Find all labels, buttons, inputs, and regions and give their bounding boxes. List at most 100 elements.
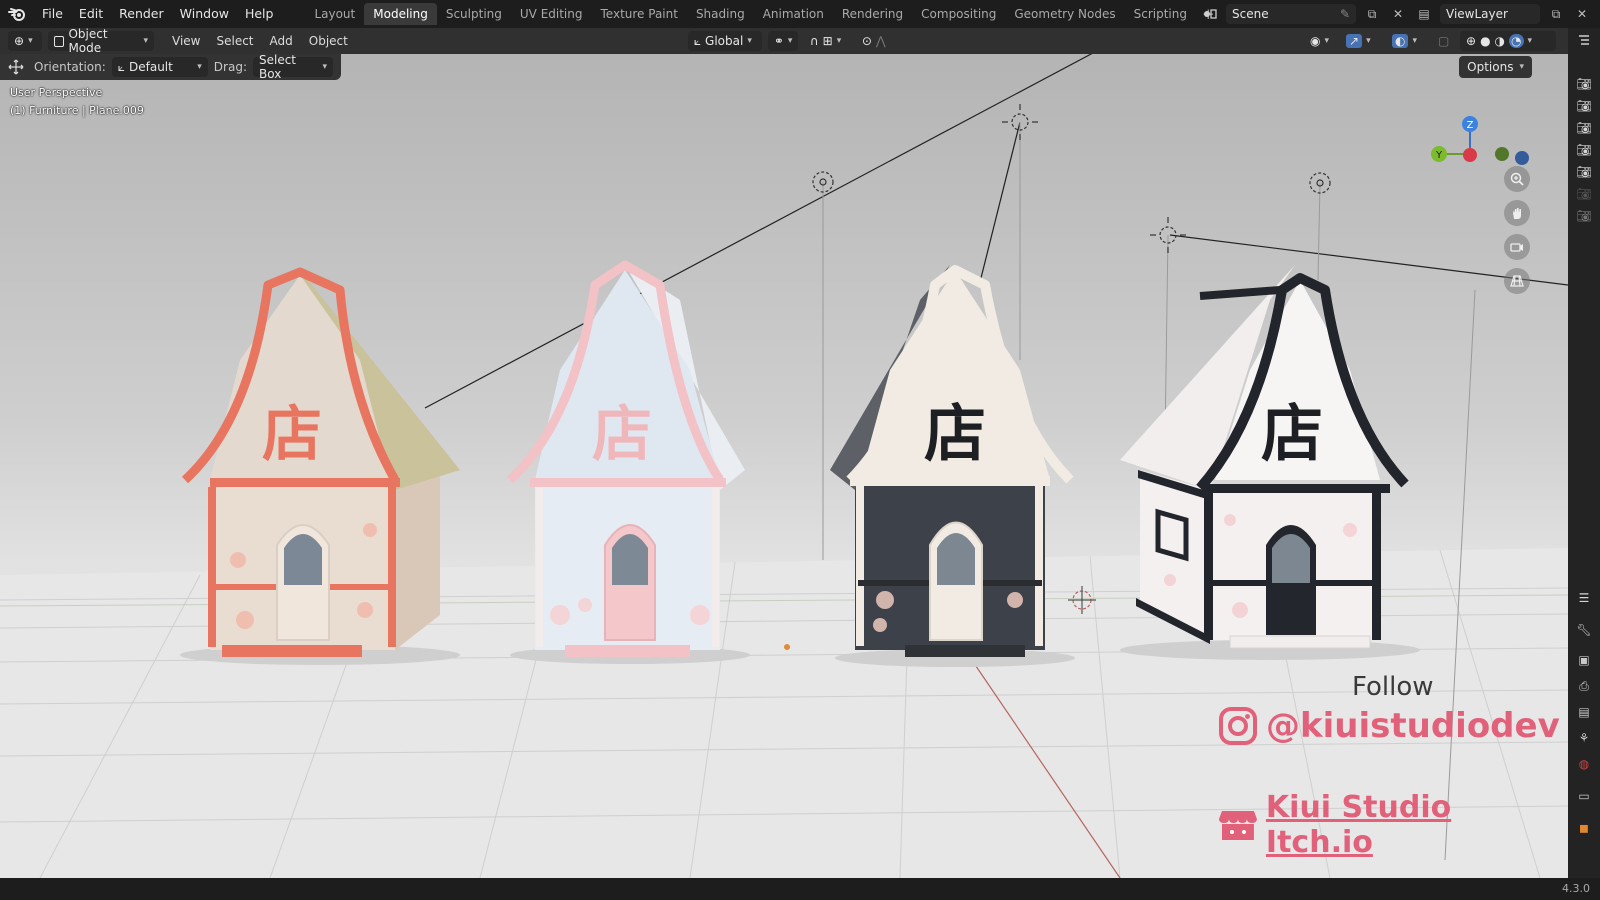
drag-value: Select Box [258, 54, 297, 81]
gizmo-y-label: Y [1435, 150, 1443, 161]
tool-properties-icon[interactable]: 🔧︎ [1574, 620, 1594, 640]
view-layer-selector[interactable]: ViewLayer [1440, 4, 1540, 24]
transform-orientation-dropdown[interactable]: ⟀ Global ▾ [687, 31, 762, 51]
overlays-icon: ◐ [1392, 34, 1409, 48]
tab-modeling[interactable]: Modeling [364, 3, 437, 25]
object-mode-icon [54, 35, 65, 47]
tool-settings-header: Orientation: ⟀ Default ▾ Drag: Select Bo… [0, 54, 341, 81]
render-camera-icon[interactable]: 📷︎ [1574, 96, 1594, 116]
menu-object[interactable]: Object [301, 34, 356, 48]
tab-compositing[interactable]: Compositing [912, 3, 1005, 25]
visibility-dropdown[interactable]: ◉ ▾ [1304, 31, 1334, 51]
proportional-editing-icon: ⊙ [861, 34, 872, 48]
menu-add[interactable]: Add [262, 34, 301, 48]
zoom-icon[interactable] [1504, 166, 1530, 192]
viewport-info-overlay: User Perspective (1) Furniture | Plane.0… [10, 84, 144, 120]
world-properties-icon[interactable]: ◍ [1574, 754, 1594, 774]
scene-selector[interactable]: Scene ✎ [1226, 4, 1356, 24]
pivot-point-dropdown[interactable]: ⚭ ▾ [767, 31, 798, 51]
outliner-toggle-icon[interactable] [1574, 30, 1594, 50]
promo-follow-text: Follow [1352, 672, 1434, 702]
scene-properties-icon[interactable]: ⚘ [1574, 728, 1594, 748]
tab-geometry-nodes[interactable]: Geometry Nodes [1005, 3, 1124, 25]
new-scene-icon[interactable]: ⧉ [1362, 4, 1382, 24]
house-dark[interactable]: 店 [830, 265, 1075, 667]
tab-sculpting[interactable]: Sculpting [437, 3, 511, 25]
delete-scene-icon[interactable]: ✕ [1388, 4, 1408, 24]
orientation-label: Orientation: [34, 60, 106, 74]
pin-icon[interactable]: ✎ [1340, 7, 1350, 21]
orientation-dropdown[interactable]: ⟀ Default ▾ [111, 57, 208, 77]
render-camera-icon[interactable]: 📷︎ [1574, 140, 1594, 160]
editor-type-dropdown[interactable]: ⊕ ▾ [8, 31, 42, 51]
blender-logo-icon[interactable] [0, 0, 34, 28]
tab-shading[interactable]: Shading [687, 3, 754, 25]
gizmo-neg-z-point[interactable] [1512, 148, 1532, 168]
drag-dropdown[interactable]: Select Box ▾ [252, 54, 333, 81]
menu-file[interactable]: File [34, 0, 71, 28]
promo-itch[interactable]: Kiui Studio Itch.io [1218, 790, 1568, 860]
render-camera-icon-inactive[interactable]: 📷︎ [1574, 206, 1594, 226]
gizmo-neg-y-axis[interactable] [1495, 147, 1509, 161]
3d-viewport[interactable]: 店 店 店 店 Orientation: ⟀ Default ▾ Drag: S… [0, 54, 1568, 878]
render-camera-icon[interactable]: 📷︎ [1574, 74, 1594, 94]
menu-help[interactable]: Help [237, 0, 282, 28]
wireframe-shading-icon[interactable]: ⊕ [1466, 34, 1476, 48]
tab-texture-paint[interactable]: Texture Paint [592, 3, 687, 25]
context-label: (1) Furniture | Plane.009 [10, 104, 144, 117]
snapping-controls[interactable]: ∩ ⊞ ▾ [804, 31, 850, 51]
solid-shading-icon[interactable]: ● [1480, 34, 1490, 48]
object-properties-icon[interactable]: ◼ [1574, 818, 1594, 838]
orientation-axes-icon: ⟀ [693, 33, 702, 48]
tab-uv-editing[interactable]: UV Editing [511, 3, 592, 25]
scene-type-icon[interactable] [1200, 4, 1220, 24]
render-camera-icon[interactable]: 📷︎ [1574, 118, 1594, 138]
xray-toggle[interactable]: ▢ [1432, 31, 1454, 51]
editor-type-icon: ⊕ [14, 34, 25, 48]
menu-window[interactable]: Window [172, 0, 237, 28]
menu-select[interactable]: Select [208, 34, 261, 48]
menu-render[interactable]: Render [111, 0, 172, 28]
rendered-shading-icon[interactable]: ◔ [1509, 34, 1524, 48]
pan-hand-icon[interactable] [1504, 200, 1530, 226]
right-properties-strip: 📷︎ 📷︎ 📷︎ 📷︎ 📷︎ 📷︎ 📷︎ ☰ 🔧︎ ▣ ⎙ ▤ ⚘ ◍ ▭ ◼ [1568, 28, 1600, 878]
house-coral[interactable]: 店 [180, 267, 460, 665]
view-layer-properties-icon[interactable]: ▤ [1574, 702, 1594, 722]
tab-rendering[interactable]: Rendering [833, 3, 912, 25]
new-view-layer-icon[interactable]: ⧉ [1546, 4, 1566, 24]
navigation-gizmo[interactable]: Z Y [1424, 84, 1524, 174]
menu-view[interactable]: View [164, 34, 208, 48]
overlays-toggle[interactable]: ◐ ▾ [1386, 31, 1426, 51]
house-white[interactable]: 店 [1120, 265, 1420, 660]
tab-layout[interactable]: Layout [305, 3, 364, 25]
top-menu-bar: File Edit Render Window Help Layout Mode… [0, 0, 1600, 28]
render-camera-icon-disabled[interactable]: 📷︎ [1574, 184, 1594, 204]
promo-instagram[interactable]: @kiuistudiodev [1218, 706, 1560, 746]
falloff-icon: ⋀ [875, 34, 886, 48]
instagram-handle: @kiuistudiodev [1266, 706, 1560, 746]
shading-modes: ⊕ ● ◑ ◔ ▾ [1460, 31, 1556, 51]
delete-view-layer-icon[interactable]: ✕ [1572, 4, 1592, 24]
view-layer-icon[interactable]: ▤ [1414, 4, 1434, 24]
house-pink[interactable]: 店 [506, 260, 750, 664]
camera-view-icon[interactable] [1504, 234, 1530, 260]
gizmo-x-axis[interactable] [1463, 148, 1477, 162]
properties-toggle-icon[interactable]: ☰ [1574, 588, 1594, 608]
pivot-icon: ⚭ [773, 34, 784, 48]
perspective-toggle-icon[interactable] [1504, 268, 1530, 294]
options-dropdown[interactable]: Options ▾ [1459, 56, 1532, 78]
tab-scripting[interactable]: Scripting [1125, 3, 1196, 25]
move-tool-icon[interactable] [4, 59, 28, 75]
collection-properties-icon[interactable]: ▭ [1574, 786, 1594, 806]
render-camera-icon[interactable]: 📷︎ [1574, 162, 1594, 182]
material-shading-icon[interactable]: ◑ [1495, 34, 1505, 48]
gizmo-toggle[interactable]: ↗ ▾ [1340, 31, 1380, 51]
proportional-editing[interactable]: ⊙ ⋀ [856, 31, 900, 51]
output-properties-icon[interactable]: ⎙ [1574, 676, 1594, 696]
itch-io-icon [1218, 811, 1257, 840]
menu-edit[interactable]: Edit [71, 0, 111, 28]
render-properties-icon[interactable]: ▣ [1574, 650, 1594, 670]
mode-label: Object Mode [68, 27, 108, 55]
mode-dropdown[interactable]: Object Mode ▾ [48, 27, 154, 55]
tab-animation[interactable]: Animation [754, 3, 833, 25]
